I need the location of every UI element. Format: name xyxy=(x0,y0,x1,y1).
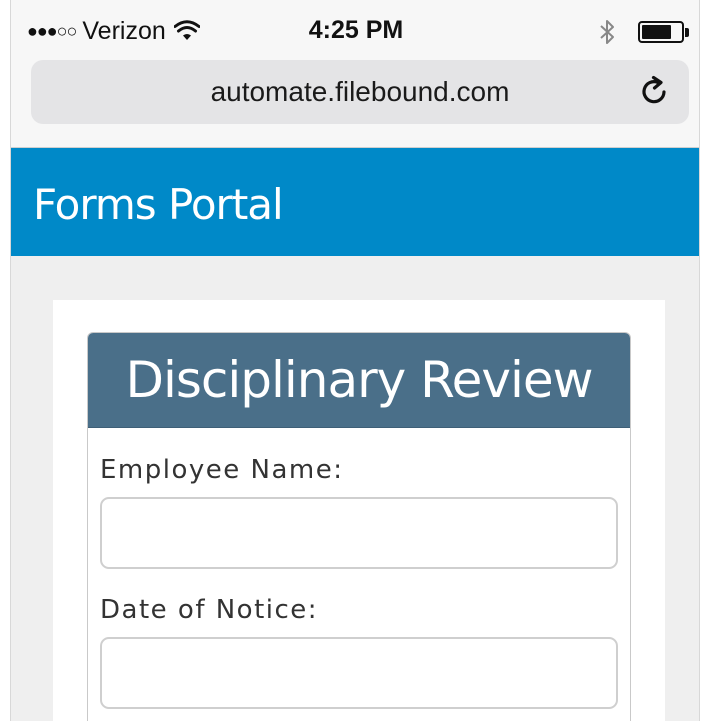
browser-toolbar: automate.filebound.com xyxy=(11,60,699,148)
site-title: Forms Portal xyxy=(33,180,284,229)
employee-name-label: Employee Name: xyxy=(100,455,344,485)
bluetooth-icon xyxy=(600,20,614,44)
clock: 4:25 PM xyxy=(308,16,404,44)
form-title: Disciplinary Review xyxy=(125,351,593,409)
reload-icon[interactable] xyxy=(637,74,671,108)
employee-name-field: Employee Name: xyxy=(100,455,618,569)
phone-screen: ●●●○○ Verizon 4:25 PM automate.filebound… xyxy=(10,0,700,721)
battery-icon xyxy=(638,21,684,43)
address-bar[interactable]: automate.filebound.com xyxy=(31,60,689,124)
site-header: Forms Portal xyxy=(11,148,699,256)
battery-tip xyxy=(685,27,689,37)
employee-name-input[interactable] xyxy=(100,497,618,569)
content-card: Disciplinary Review Employee Name: Date … xyxy=(53,300,665,721)
date-of-notice-label: Date of Notice: xyxy=(100,595,319,625)
form-header: Disciplinary Review xyxy=(88,333,630,428)
battery-level xyxy=(642,25,672,39)
form-panel: Disciplinary Review Employee Name: Date … xyxy=(87,332,631,721)
date-of-notice-input[interactable] xyxy=(100,637,618,709)
url-text[interactable]: automate.filebound.com xyxy=(31,76,689,108)
status-bar: ●●●○○ Verizon 4:25 PM xyxy=(11,0,699,60)
status-icons xyxy=(598,18,689,46)
date-of-notice-field: Date of Notice: xyxy=(100,595,618,709)
